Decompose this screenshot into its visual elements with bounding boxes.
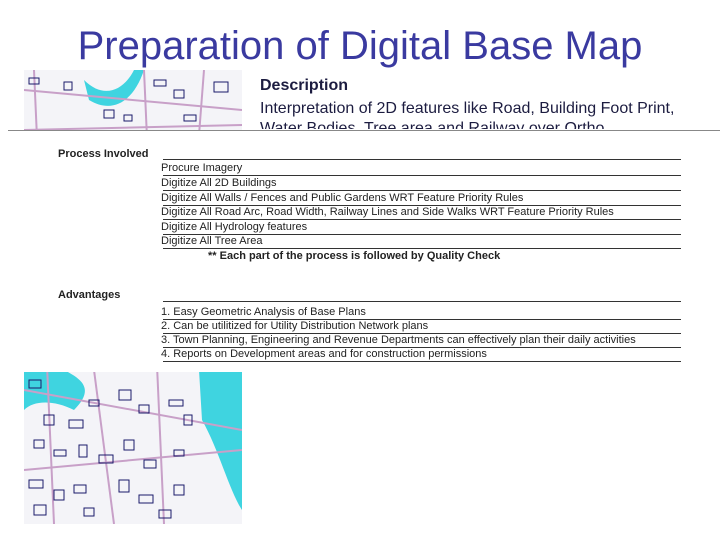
process-item: Digitize All Tree Area <box>161 235 263 247</box>
row-divider <box>163 361 681 362</box>
row-divider <box>163 301 681 302</box>
slide-title: Preparation of Digital Base Map <box>77 24 643 68</box>
quality-check-note: ** Each part of the process is followed … <box>208 250 501 262</box>
description-heading: Description <box>260 77 349 94</box>
process-involved-label: Process Involved <box>58 148 149 160</box>
advantage-item: 3. Town Planning, Engineering and Revenu… <box>161 334 636 346</box>
row-divider <box>163 219 681 220</box>
process-item: Digitize All 2D Buildings <box>161 177 277 189</box>
row-divider <box>163 175 681 176</box>
process-item: Procure Imagery <box>161 162 243 174</box>
row-divider <box>163 190 681 191</box>
advantage-item: 2. Can be utilitized for Utility Distrib… <box>161 320 429 332</box>
process-item: Digitize All Hydrology features <box>161 221 308 233</box>
advantage-item: 1. Easy Geometric Analysis of Base Plans <box>161 306 366 318</box>
process-item: Digitize All Walls / Fences and Public G… <box>161 192 524 204</box>
advantages-label: Advantages <box>58 289 121 301</box>
row-divider <box>163 248 681 249</box>
process-table-panel: Process Involved Procure Imagery Digitiz… <box>8 130 720 372</box>
process-item: Digitize All Road Arc, Road Width, Railw… <box>161 206 614 218</box>
advantage-item: 4. Reports on Development areas and for … <box>161 348 487 360</box>
row-divider <box>163 159 681 160</box>
description-text: Interpretation of 2D features like Road,… <box>260 100 675 129</box>
